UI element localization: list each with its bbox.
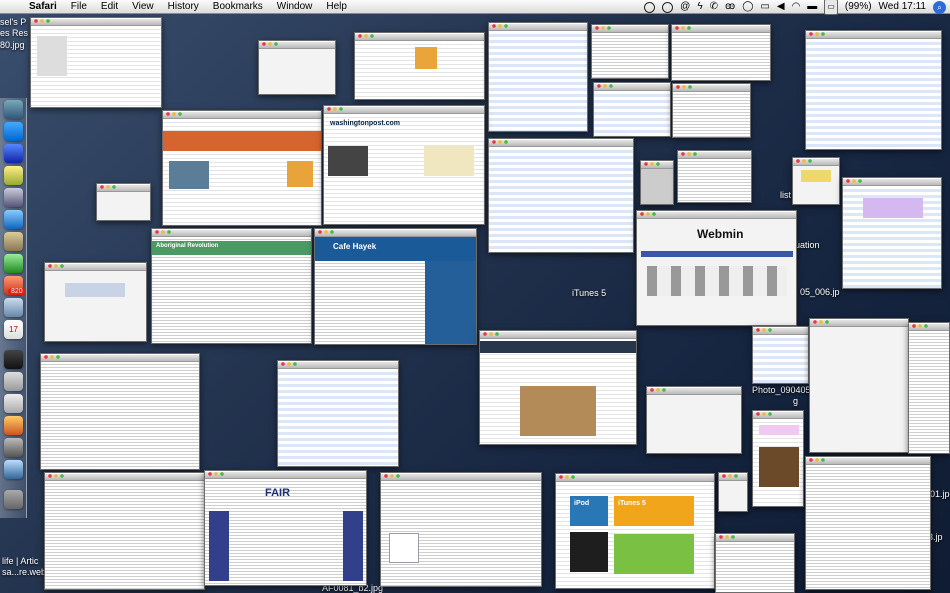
- dock-badge: 820: [8, 288, 26, 295]
- desktop-icon-label[interactable]: g: [793, 396, 798, 406]
- desktop-icon-label[interactable]: 05_006.jp: [800, 287, 840, 297]
- menu-window[interactable]: Window: [270, 0, 320, 14]
- window-thumbnail[interactable]: [354, 32, 485, 100]
- network-icon[interactable]: [4, 460, 23, 479]
- at-sign-icon[interactable]: @: [680, 0, 690, 14]
- site-title: Cafe Hayek: [333, 242, 377, 251]
- menu-view[interactable]: View: [125, 0, 161, 14]
- ichat-icon[interactable]: [4, 122, 23, 141]
- volume-icon[interactable]: ◀: [777, 0, 785, 14]
- window-thumbnail[interactable]: [479, 330, 637, 445]
- site-logo: washingtonpost.com: [330, 120, 400, 127]
- window-thumbnail[interactable]: [809, 318, 909, 453]
- itunes-heading: iTunes 5: [618, 500, 646, 507]
- window-thumbnail[interactable]: [672, 83, 751, 138]
- wifi-icon[interactable]: ◠: [792, 0, 801, 14]
- display-icon[interactable]: ▭: [760, 0, 769, 14]
- terminal-icon[interactable]: [4, 350, 23, 369]
- window-thumbnail[interactable]: [715, 533, 795, 593]
- editor-icon[interactable]: [4, 166, 23, 185]
- desktop-icon-label[interactable]: sel's P: [0, 17, 26, 27]
- apple-site-window[interactable]: iPod iTunes 5: [555, 473, 715, 589]
- dock: 17: [0, 98, 27, 518]
- window-thumbnail[interactable]: [40, 353, 200, 470]
- window-thumbnail[interactable]: [805, 30, 942, 150]
- desktop-icon-label[interactable]: iTunes 5: [572, 288, 606, 298]
- battery-percent: (99%): [844, 1, 872, 12]
- window-thumbnail[interactable]: [258, 40, 336, 95]
- desktop-icon-label[interactable]: 80.jpg: [0, 40, 25, 50]
- system-preferences-icon[interactable]: [4, 298, 23, 317]
- binoculars-icon[interactable]: ꙭ: [725, 0, 735, 14]
- washingtonpost-window[interactable]: washingtonpost.com: [323, 105, 485, 225]
- window-thumbnail[interactable]: [162, 110, 322, 226]
- calculator-icon[interactable]: [4, 394, 23, 413]
- webmin-window[interactable]: Webmin: [636, 210, 797, 326]
- cafe-hayek-window[interactable]: Cafe Hayek: [314, 228, 477, 345]
- itunes-icon[interactable]: [4, 254, 23, 273]
- desktop-icon-label[interactable]: 01.jp: [930, 489, 950, 499]
- menu-bookmarks[interactable]: Bookmarks: [206, 0, 270, 14]
- circle-status-icon[interactable]: [662, 1, 674, 13]
- bluetooth-icon[interactable]: [4, 144, 23, 163]
- window-thumbnail[interactable]: [671, 24, 771, 81]
- window-thumbnail[interactable]: [30, 17, 162, 108]
- aboriginal-window[interactable]: Aboriginal Revolution: [151, 228, 312, 344]
- window-thumbnail[interactable]: [488, 22, 588, 132]
- ipod-heading: iPod: [574, 500, 590, 507]
- window-thumbnail[interactable]: [908, 322, 950, 454]
- mail-icon[interactable]: [4, 188, 23, 207]
- desktop-icon-label[interactable]: sa...re.web: [2, 567, 46, 577]
- window-thumbnail[interactable]: [44, 472, 205, 590]
- phone-icon[interactable]: ✆: [710, 0, 718, 14]
- site-title: Aboriginal Revolution: [156, 243, 219, 249]
- desktop-icon-label[interactable]: uation: [795, 240, 820, 250]
- trash-icon[interactable]: [4, 490, 23, 509]
- fair-window[interactable]: FAIR: [204, 470, 367, 586]
- preview-icon[interactable]: [4, 438, 23, 457]
- window-thumbnail[interactable]: [380, 472, 542, 587]
- window-thumbnail[interactable]: [677, 150, 752, 203]
- chat-icon[interactable]: ◯: [742, 0, 753, 14]
- menu-history[interactable]: History: [161, 0, 206, 14]
- window-thumbnail[interactable]: [488, 138, 634, 253]
- apple-logo-icon[interactable]: [4, 372, 23, 391]
- ical-day: 17: [9, 325, 18, 334]
- safari-icon[interactable]: [4, 210, 23, 229]
- desktop-icon-label[interactable]: Photo_090405: [752, 385, 811, 395]
- window-thumbnail[interactable]: [805, 456, 931, 590]
- finder-icon[interactable]: [4, 100, 23, 119]
- spotlight-search-icon[interactable]: ⌕: [933, 0, 946, 14]
- window-thumbnail[interactable]: [842, 177, 942, 289]
- window-thumbnail[interactable]: [593, 82, 671, 137]
- desktop-icon-label[interactable]: life | Artic: [2, 556, 38, 566]
- address-book-icon[interactable]: [4, 232, 23, 251]
- webmin-logo: Webmin: [697, 227, 744, 241]
- ical-icon[interactable]: 17: [4, 320, 23, 339]
- window-thumbnail[interactable]: [591, 24, 669, 79]
- menu-edit[interactable]: Edit: [94, 0, 125, 14]
- calculator-window[interactable]: [640, 160, 674, 205]
- window-thumbnail[interactable]: [792, 157, 840, 205]
- window-thumbnail[interactable]: [96, 183, 151, 221]
- battery-icon[interactable]: ▭: [824, 0, 838, 15]
- window-thumbnail[interactable]: [718, 472, 748, 512]
- desktop-icon-label[interactable]: es Res: [0, 28, 28, 38]
- window-thumbnail[interactable]: [752, 326, 809, 384]
- menu-help[interactable]: Help: [319, 0, 354, 14]
- dialog-window[interactable]: [44, 262, 147, 342]
- desktop-icon-label[interactable]: list: [780, 190, 791, 200]
- window-thumbnail[interactable]: [277, 360, 399, 467]
- menu-app-name[interactable]: Safari: [22, 0, 64, 14]
- menu-bar: Safari File Edit View History Bookmarks …: [0, 0, 950, 15]
- lightning-icon[interactable]: ϟ: [697, 0, 702, 14]
- window-thumbnail[interactable]: [752, 410, 804, 507]
- flag-icon[interactable]: ▬: [807, 0, 817, 14]
- menu-clock[interactable]: Wed 17:11: [879, 0, 926, 14]
- sync-icon[interactable]: [644, 1, 656, 13]
- dialog-window[interactable]: [646, 386, 742, 454]
- utility-icon[interactable]: [4, 416, 23, 435]
- site-logo: FAIR: [265, 487, 291, 499]
- menu-file[interactable]: File: [64, 0, 94, 14]
